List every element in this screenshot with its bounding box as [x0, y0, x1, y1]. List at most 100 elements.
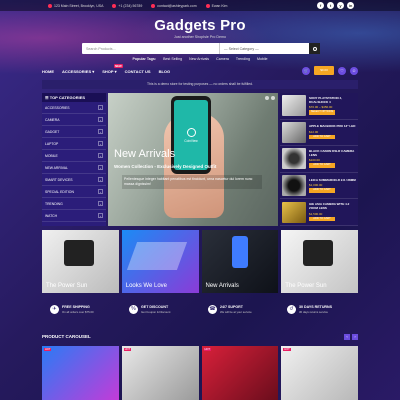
- search-input[interactable]: Search Products...: [82, 47, 219, 51]
- slider-next-icon[interactable]: [271, 96, 275, 100]
- feature-title: 24/7 SUPORT: [220, 304, 243, 309]
- feature-title: 30 DAYS RETURNS: [299, 304, 333, 309]
- product-name[interactable]: SONY PLAYSTATION 4, DUALSHOCK 4: [309, 96, 356, 104]
- carousel-item[interactable]: HOT: [121, 346, 199, 400]
- category-select[interactable]: — Select Category —: [219, 43, 309, 54]
- location-icon: [48, 3, 52, 8]
- chevron-right-icon: ›: [98, 177, 103, 182]
- chevron-right-icon: ›: [98, 201, 103, 206]
- product-button[interactable]: ADD TO CART: [309, 134, 335, 140]
- product-price: $12.00: [309, 129, 319, 134]
- hot-badge: HOT: [203, 348, 211, 351]
- youtube-icon[interactable]: y: [337, 2, 344, 9]
- slider-controls: [265, 96, 275, 100]
- category-label: NEW ARRIVAL: [45, 165, 68, 170]
- product-item[interactable]: LEICA SUMMARON-R 2.8 / 28MM $1,000.00 ADD …: [280, 173, 358, 200]
- chevron-left-icon[interactable]: ‹: [344, 334, 350, 340]
- cart-total[interactable]: $0.00: [314, 66, 334, 75]
- product-name[interactable]: GIE ASIA CAMERA WITH 4.2 ZOOM LENS: [309, 202, 356, 210]
- hot-badge: HOT: [283, 348, 291, 351]
- category-item[interactable]: SMART DEVICES ›: [42, 174, 106, 186]
- tag-link[interactable]: Camera: [216, 57, 229, 61]
- category-item[interactable]: ACCESSORIES ›: [42, 102, 106, 114]
- product-item[interactable]: BLACK CANON DSLR CAMERA LENS $100.00 ADD T…: [280, 146, 358, 173]
- hero-slider[interactable]: CoinView New Arrivals Women Collection -…: [108, 93, 278, 226]
- twitter-icon[interactable]: t: [327, 2, 334, 9]
- nav-shop[interactable]: SHOP ▾ NEW: [102, 63, 123, 74]
- banner-label: The Power Sun: [46, 283, 88, 289]
- wishlist-icon[interactable]: ♡: [338, 66, 346, 75]
- phone-info[interactable]: +1 (234) 56789: [112, 3, 142, 8]
- feature-text: We will be at your service: [220, 309, 252, 314]
- email-info[interactable]: contact@ashleypark.com: [151, 3, 197, 8]
- product-item[interactable]: GIE ASIA CAMERA WITH 4.2 ZOOM LENS $1,500…: [280, 199, 358, 226]
- phone-icon: [112, 3, 117, 8]
- tag-link[interactable]: Trending: [236, 57, 250, 61]
- tag-link[interactable]: New Arrivals: [189, 57, 209, 61]
- product-name[interactable]: BLACK CANON DSLR CAMERA LENS: [309, 149, 356, 157]
- category-item[interactable]: NEW ARRIVAL ›: [42, 162, 106, 174]
- product-name[interactable]: LEICA SUMMARON-R 2.8 / 28MM: [309, 178, 356, 183]
- promo-banner[interactable]: Looks We Love: [121, 230, 199, 293]
- category-item[interactable]: GADGET ›: [42, 126, 106, 138]
- carousel-item[interactable]: HOT: [42, 346, 119, 400]
- carousel-title: PRODUCT CAROUSEL: [42, 334, 91, 339]
- promo-banner[interactable]: New Arrivals: [201, 230, 279, 293]
- category-item[interactable]: WATCH ›: [42, 210, 106, 222]
- category-item[interactable]: SPECIAL EDITION ›: [42, 186, 106, 198]
- promo-banner[interactable]: The Power Sun: [281, 230, 358, 293]
- site-title[interactable]: Gadgets Pro: [0, 17, 400, 34]
- chevron-right-icon[interactable]: ›: [352, 334, 358, 340]
- feature-text: Get Coupon & Discount: [141, 309, 171, 314]
- slider-prev-icon[interactable]: [265, 96, 269, 100]
- product-item[interactable]: APPLE MACBOOK PRO 13" LED $12.00 ADD TO CA…: [280, 120, 358, 147]
- tag-link[interactable]: Mobile: [257, 57, 268, 61]
- product-item[interactable]: SONY PLAYSTATION 4, DUALSHOCK 4 $70.00 – …: [280, 93, 358, 120]
- promo-banner[interactable]: The Power Sun: [42, 230, 119, 293]
- cart-icon[interactable]: 🛒: [302, 66, 310, 75]
- nav-home[interactable]: HOME: [42, 69, 54, 74]
- nav-blog[interactable]: BLOG: [159, 69, 171, 74]
- address-info: 123 Main Street, Brooklyn, USA: [48, 3, 103, 8]
- carousel-item[interactable]: HOT: [201, 346, 279, 400]
- category-item[interactable]: LAPTOP ›: [42, 138, 106, 150]
- account-info[interactable]: Ewan Kim: [205, 3, 227, 8]
- feature-title: GET DISCOUNT: [141, 304, 169, 309]
- nav-contact[interactable]: CONTACT US: [125, 69, 151, 74]
- category-label: WATCH: [45, 213, 58, 218]
- product-name[interactable]: APPLE MACBOOK PRO 13" LED: [309, 125, 355, 129]
- new-badge: NEW: [114, 63, 123, 68]
- category-menu: ☰ TOP CATEGORIES ACCESSORIES › CAMERA › GA…: [42, 93, 106, 226]
- facebook-icon[interactable]: f: [317, 2, 324, 9]
- linkedin-icon[interactable]: in: [347, 2, 354, 9]
- app-logo-icon: [186, 127, 196, 137]
- slider-heading: New Arrivals: [114, 148, 176, 160]
- carousel-item[interactable]: HOT: [281, 346, 358, 400]
- slider-subheading: Women Collection - Exclusively Designed …: [114, 164, 217, 169]
- tag-link[interactable]: Best Selling: [163, 57, 182, 61]
- feature-item: % GET DISCOUNT Get Coupon & Discount: [121, 298, 200, 320]
- popular-tags-label: Popular Tags:: [132, 57, 157, 61]
- product-thumbnail[interactable]: [282, 201, 306, 223]
- nav-accessories-label: ACCESSORIES: [62, 68, 92, 74]
- account-icon[interactable]: ☺: [350, 66, 358, 75]
- feature-item: ✈ FREE SHIPPING On all orders over $75.00: [42, 298, 121, 320]
- product-button[interactable]: ADD TO CART: [309, 188, 335, 193]
- email-text: contact@ashleypark.com: [157, 3, 197, 8]
- product-thumbnail[interactable]: [282, 121, 306, 143]
- product-button[interactable]: ADD TO CART: [309, 163, 335, 168]
- social-links: f t y in: [317, 2, 354, 9]
- product-button[interactable]: ADD TO CART: [309, 216, 335, 222]
- product-button[interactable]: SELECT OPTIONS: [309, 110, 335, 115]
- product-thumbnail[interactable]: [282, 175, 306, 197]
- category-item[interactable]: MOBILE ›: [42, 150, 106, 162]
- product-thumbnail[interactable]: [282, 148, 306, 170]
- nav-accessories[interactable]: ACCESSORIES ▾: [62, 69, 94, 74]
- category-label: SPECIAL EDITION: [45, 189, 74, 194]
- category-label: LAPTOP: [45, 141, 59, 146]
- category-item[interactable]: CAMERA ›: [42, 114, 106, 126]
- search-button[interactable]: [309, 43, 320, 54]
- category-item[interactable]: TRENDING ›: [42, 198, 106, 210]
- product-thumbnail[interactable]: [282, 95, 306, 117]
- category-label: CAMERA: [45, 117, 60, 122]
